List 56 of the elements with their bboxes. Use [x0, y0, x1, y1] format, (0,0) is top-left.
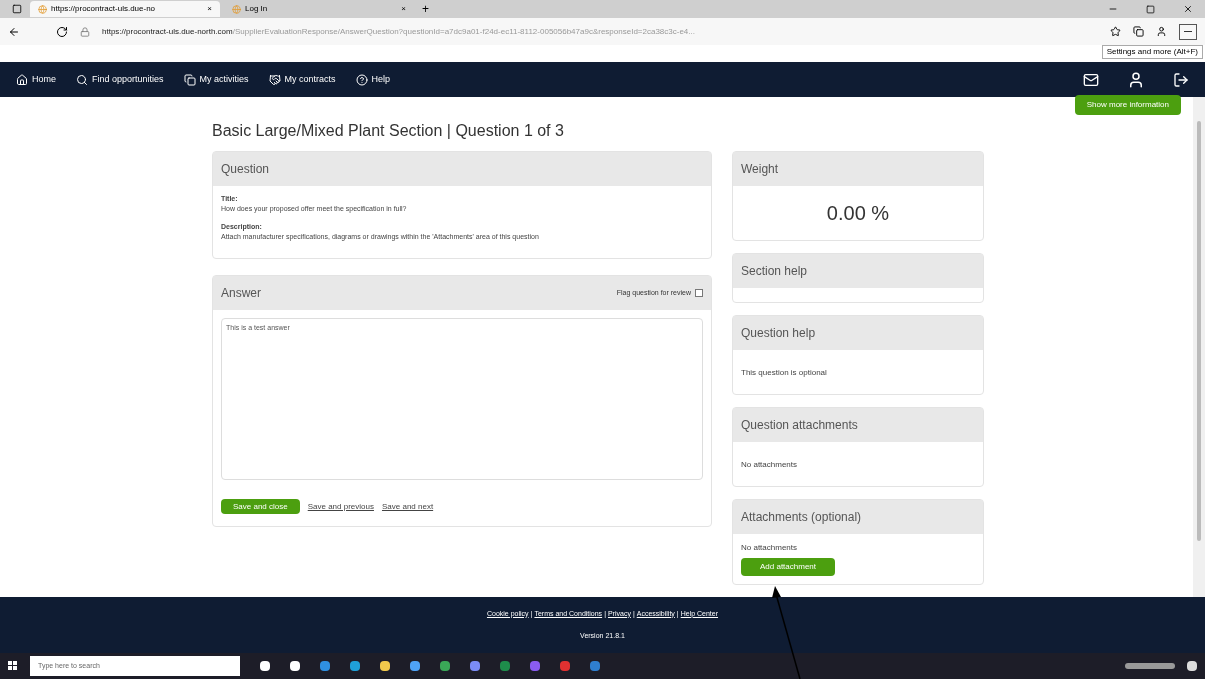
- taskbar-app-icon[interactable]: [410, 661, 420, 671]
- profile-icon[interactable]: [1156, 26, 1167, 37]
- url-field[interactable]: https://procontract-uls.due-north.com/SupplierEvaluationResponse/AnswerQuestion?questionId=a7dc9a01-f24d-ec11-8112-005056b47a9c&responseId=2ca38c3c-e4...: [102, 25, 1098, 38]
- save-link[interactable]: Save and next: [381, 500, 434, 513]
- lock-icon: [80, 26, 90, 37]
- browser-tab[interactable]: https://procontract-uls.due-no ×: [30, 1, 220, 17]
- panel-heading: Question: [221, 161, 270, 179]
- panel-heading: Weight: [741, 161, 779, 179]
- logout-icon[interactable]: [1173, 71, 1189, 88]
- panel-heading: Section help: [741, 263, 808, 281]
- nav-link[interactable]: Find opportunities: [92, 72, 164, 87]
- mail-icon[interactable]: [1083, 71, 1099, 88]
- taskbar-app-icon[interactable]: [350, 661, 360, 671]
- tab-actions-icon: [12, 4, 22, 14]
- taskbar-app-icon[interactable]: [290, 661, 300, 671]
- tooltip: Settings and more (Alt+F): [1101, 45, 1203, 59]
- search-icon[interactable]: [76, 73, 88, 86]
- close-icon[interactable]: [1183, 4, 1193, 14]
- back-icon[interactable]: [8, 25, 20, 38]
- new-tab-button[interactable]: +: [422, 0, 429, 18]
- weight-value: 0.00 %: [826, 202, 890, 225]
- flag-checkbox[interactable]: [695, 289, 703, 298]
- home-icon[interactable]: [16, 73, 28, 86]
- save-link[interactable]: Save and previous: [307, 500, 374, 513]
- help-icon[interactable]: [355, 73, 368, 86]
- panel-text: This question is optional: [741, 368, 827, 378]
- page-title: Basic Large/Mixed Plant Section | Question 1 of 3: [212, 121, 565, 142]
- panel-heading: Question attachments: [741, 417, 858, 435]
- panel-heading: Answer: [221, 285, 261, 303]
- taskbar-app-icon[interactable]: [380, 661, 390, 671]
- handshake-icon[interactable]: [268, 73, 281, 86]
- tab-close[interactable]: ×: [207, 3, 212, 15]
- panel-text: No attachments: [741, 460, 798, 470]
- panel-text: No attachments: [741, 542, 798, 555]
- start-icon[interactable]: [8, 661, 18, 671]
- nav-link[interactable]: My contracts: [284, 72, 336, 87]
- tab-favicon-icon: [38, 4, 47, 14]
- panel-heading: Attachments (optional): [741, 509, 862, 527]
- tab-title: https://procontract-uls.due-no: [51, 3, 157, 15]
- panel-heading: Question help: [741, 325, 816, 343]
- nav-link[interactable]: Home: [32, 72, 56, 87]
- taskbar-app-icon[interactable]: [260, 661, 270, 671]
- nav-link[interactable]: My activities: [199, 72, 249, 87]
- user-icon[interactable]: [1127, 70, 1145, 89]
- favorites-icon[interactable]: [1110, 26, 1121, 37]
- tab-close[interactable]: ×: [401, 3, 406, 15]
- tab-title: Log In: [245, 3, 269, 15]
- collections-icon[interactable]: [1133, 26, 1144, 37]
- refresh-icon[interactable]: [56, 25, 68, 38]
- notification-icon[interactable]: [1187, 661, 1197, 671]
- nav-link[interactable]: Help: [371, 72, 391, 87]
- maximize-icon[interactable]: [1146, 4, 1155, 14]
- browser-tab[interactable]: Log In ×: [224, 1, 414, 17]
- settings-more-button[interactable]: [1179, 23, 1197, 40]
- tab-favicon-icon: [232, 4, 241, 14]
- copy-icon[interactable]: [183, 73, 196, 86]
